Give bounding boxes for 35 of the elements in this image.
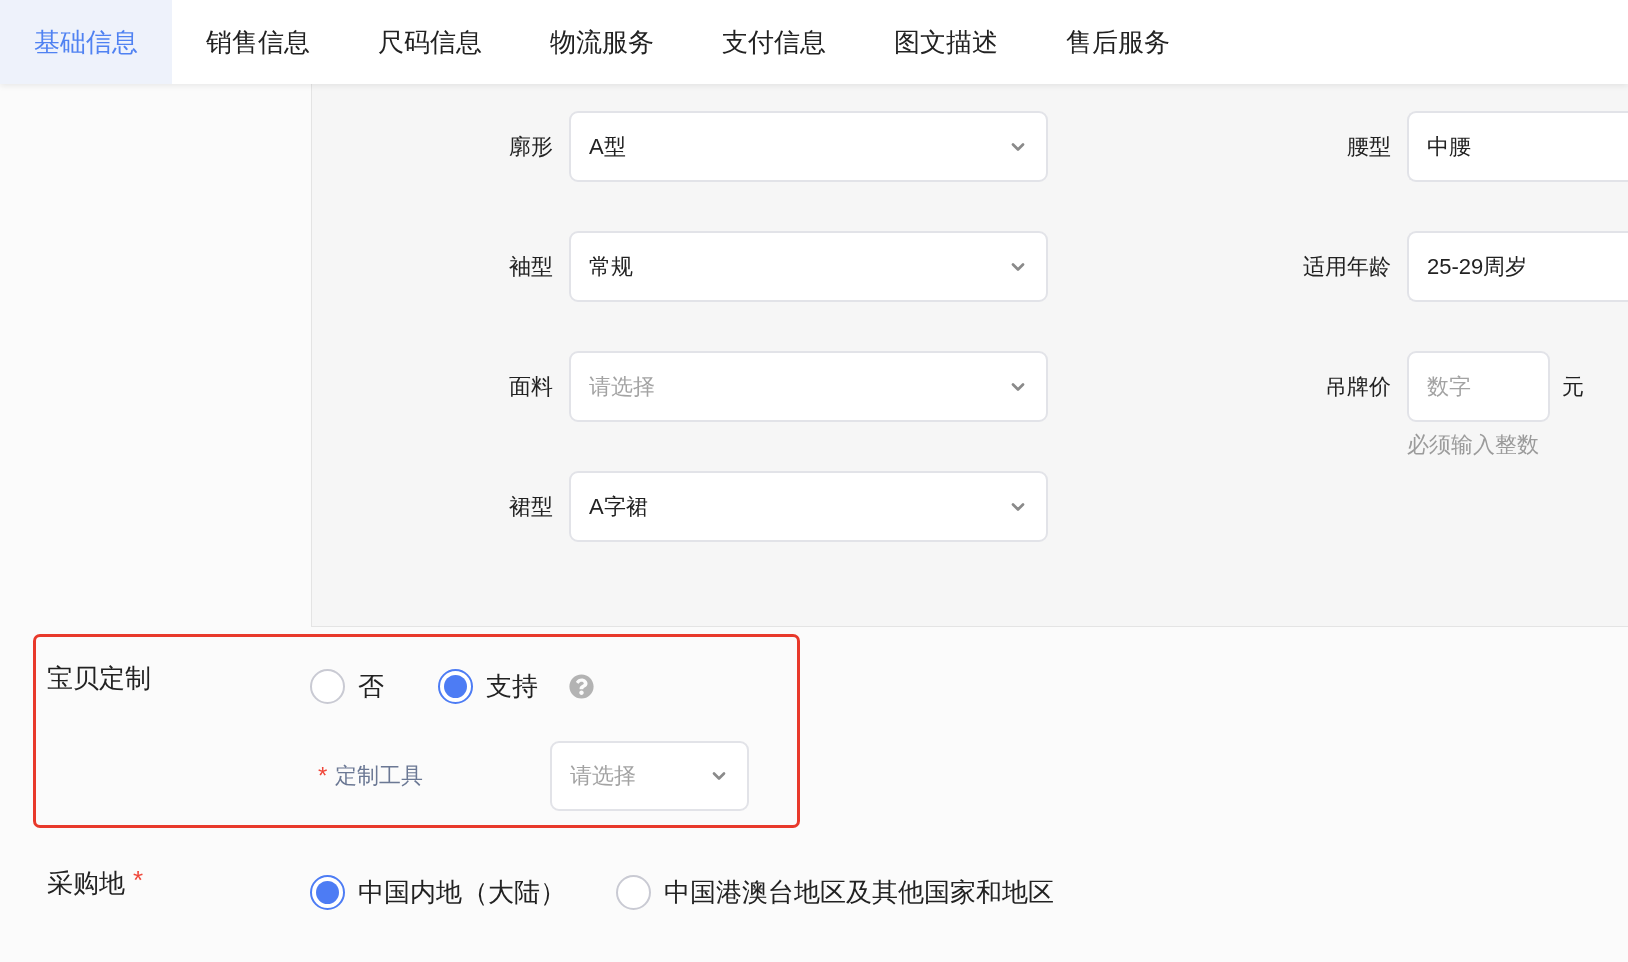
input-field[interactable]: 中腰: [1407, 111, 1628, 182]
tab[interactable]: 图文描述: [860, 0, 1032, 84]
tab[interactable]: 物流服务: [516, 0, 688, 84]
tab[interactable]: 售后服务: [1032, 0, 1204, 84]
field-label: 廓形: [508, 132, 553, 161]
hint-text: 必须输入整数: [1407, 431, 1540, 459]
select-field[interactable]: A字裙: [569, 471, 1048, 542]
radio-button[interactable]: [310, 874, 345, 910]
field-label: 面料: [508, 372, 553, 401]
select-field[interactable]: A型: [569, 111, 1048, 182]
field-label: 裙型: [508, 492, 553, 521]
price-input[interactable]: 数字: [1407, 351, 1550, 422]
unit-label: 元: [1562, 372, 1584, 401]
option-label[interactable]: 支持: [486, 668, 538, 704]
section-label: 采购地: [47, 867, 125, 900]
option-label[interactable]: 否: [358, 668, 384, 704]
help-icon[interactable]: [569, 673, 594, 699]
option-label[interactable]: 中国港澳台地区及其他国家和地区: [664, 874, 1054, 910]
tab[interactable]: 销售信息: [172, 0, 344, 84]
required-mark: *: [133, 865, 144, 896]
radio-button[interactable]: [616, 874, 651, 910]
radio-button[interactable]: [310, 668, 345, 704]
input-field[interactable]: 25-29周岁: [1407, 231, 1628, 302]
select-field[interactable]: 常规: [569, 231, 1048, 302]
field-label: 袖型: [508, 252, 553, 281]
section-label: 宝贝定制: [47, 662, 152, 695]
tab[interactable]: 尺码信息: [344, 0, 516, 84]
tab[interactable]: 支付信息: [688, 0, 860, 84]
field-label: 适用年龄: [1302, 252, 1391, 281]
field-label: 吊牌价: [1324, 372, 1391, 401]
field-label: 定制工具: [335, 762, 424, 790]
required-mark: *: [318, 762, 328, 790]
radio-button[interactable]: [438, 668, 473, 704]
field-label: 腰型: [1346, 132, 1391, 161]
option-label[interactable]: 中国内地（大陆）: [358, 874, 566, 910]
